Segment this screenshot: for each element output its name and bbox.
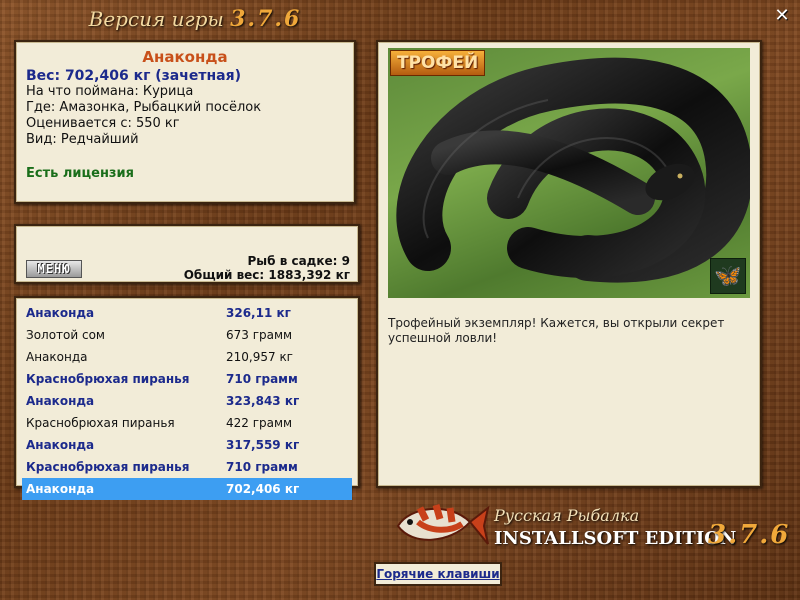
butterfly-icon[interactable]: 🦋 [710,258,746,294]
keepnet-stats: Рыб в садке: 9 Общий вес: 1883,392 кг [184,254,350,282]
fish-list-row[interactable]: Анаконда 326,11 кг [22,302,352,324]
fish-row-name: Анаконда [26,394,95,408]
title-version: 3.7.6 [230,6,302,32]
game-version-title: Версия игры 3.7.6 [0,6,390,32]
fish-list-row[interactable]: Краснобрюхая пиранья 710 грамм [22,456,352,478]
fish-row-weight: 317,559 кг [226,438,300,452]
fish-list-row[interactable]: Анаконда 210,957 кг [22,346,352,368]
fish-row-name: Анаконда [26,350,88,364]
catch-location: Где: Амазонка, Рыбацкий посёлок [26,100,262,115]
fish-row-weight: 702,406 кг [226,482,300,496]
fish-row-name: Золотой сом [26,328,105,342]
catch-weight: Вес: 702,406 кг (зачетная) [26,68,241,84]
keepnet-total-weight: Общий вес: 1883,392 кг [183,268,350,282]
fish-list-row[interactable]: Золотой сом 673 грамм [22,324,352,346]
fish-row-name: Анаконда [26,438,95,452]
anaconda-illustration [396,57,750,283]
logo-edition: INSTALLSOFT EDITION [494,528,737,549]
catch-bait: На что поймана: Курица [26,84,194,99]
trophy-photo-panel: ТРОФЕЙ 🦋 Трофейный экземпляр! Кажется, в… [376,40,762,488]
fish-list-row[interactable]: Краснобрюхая пиранья 710 грамм [22,368,352,390]
trophy-description: Трофейный экземпляр! Кажется, вы открыли… [388,316,725,345]
fish-row-weight: 710 грамм [226,372,298,386]
fish-row-weight: 422 грамм [226,416,293,430]
fish-list: Анаконда 326,11 кг Золотой сом 673 грамм Ана… [14,296,360,500]
license-status: Есть лицензия [26,166,134,181]
fish-row-name: Краснобрюхая пиранья [26,460,190,474]
fish-row-weight: 210,957 кг [226,350,293,364]
catch-kind: Вид: Редчайший [26,132,139,147]
trophy-badge: ТРОФЕЙ [390,50,486,76]
menu-button[interactable]: МЕНЮ [26,260,82,278]
fish-list-row[interactable]: Краснобрюхая пиранья 422 грамм [22,412,352,434]
fish-row-name: Анаконда [26,482,95,496]
fish-list-row[interactable]: Анаконда 323,843 кг [22,390,352,412]
fish-row-weight: 323,843 кг [226,394,300,408]
logo-version: 3.7.6 [708,520,791,550]
close-icon[interactable]: ✕ [774,6,790,26]
catch-fish-name: Анаконда [142,48,228,66]
game-logo: Русская Рыбалка INSTALLSOFT EDITION 3.7.… [390,492,796,564]
fish-row-weight: 710 грамм [226,460,298,474]
keepnet-panel: МЕНЮ Рыб в садке: 9 Общий вес: 1883,392 … [14,224,360,284]
logo-title: Русская Рыбалка [494,506,640,525]
fish-logo-icon [396,504,490,545]
keepnet-count: Рыб в садке: 9 [247,254,351,268]
hotkeys-button[interactable]: Горячие клавиши [374,562,502,586]
catch-rated-from: Оценивается с: 550 кг [26,116,180,131]
title-prefix: Версия игры [88,7,224,31]
fish-row-name: Краснобрюхая пиранья [26,372,190,386]
fish-row-weight: 326,11 кг [226,306,291,320]
fish-list-row[interactable]: Анаконда 317,559 кг [22,434,352,456]
fish-row-name: Анаконда [26,306,95,320]
fish-row-name: Краснобрюхая пиранья [26,416,175,430]
anaconda-photo: ТРОФЕЙ 🦋 [388,48,750,298]
fish-row-weight: 673 грамм [226,328,293,342]
catch-info-panel: Анаконда Вес: 702,406 кг (зачетная) На ч… [14,40,356,204]
fish-list-row[interactable]: Анаконда 702,406 кг [22,478,352,500]
